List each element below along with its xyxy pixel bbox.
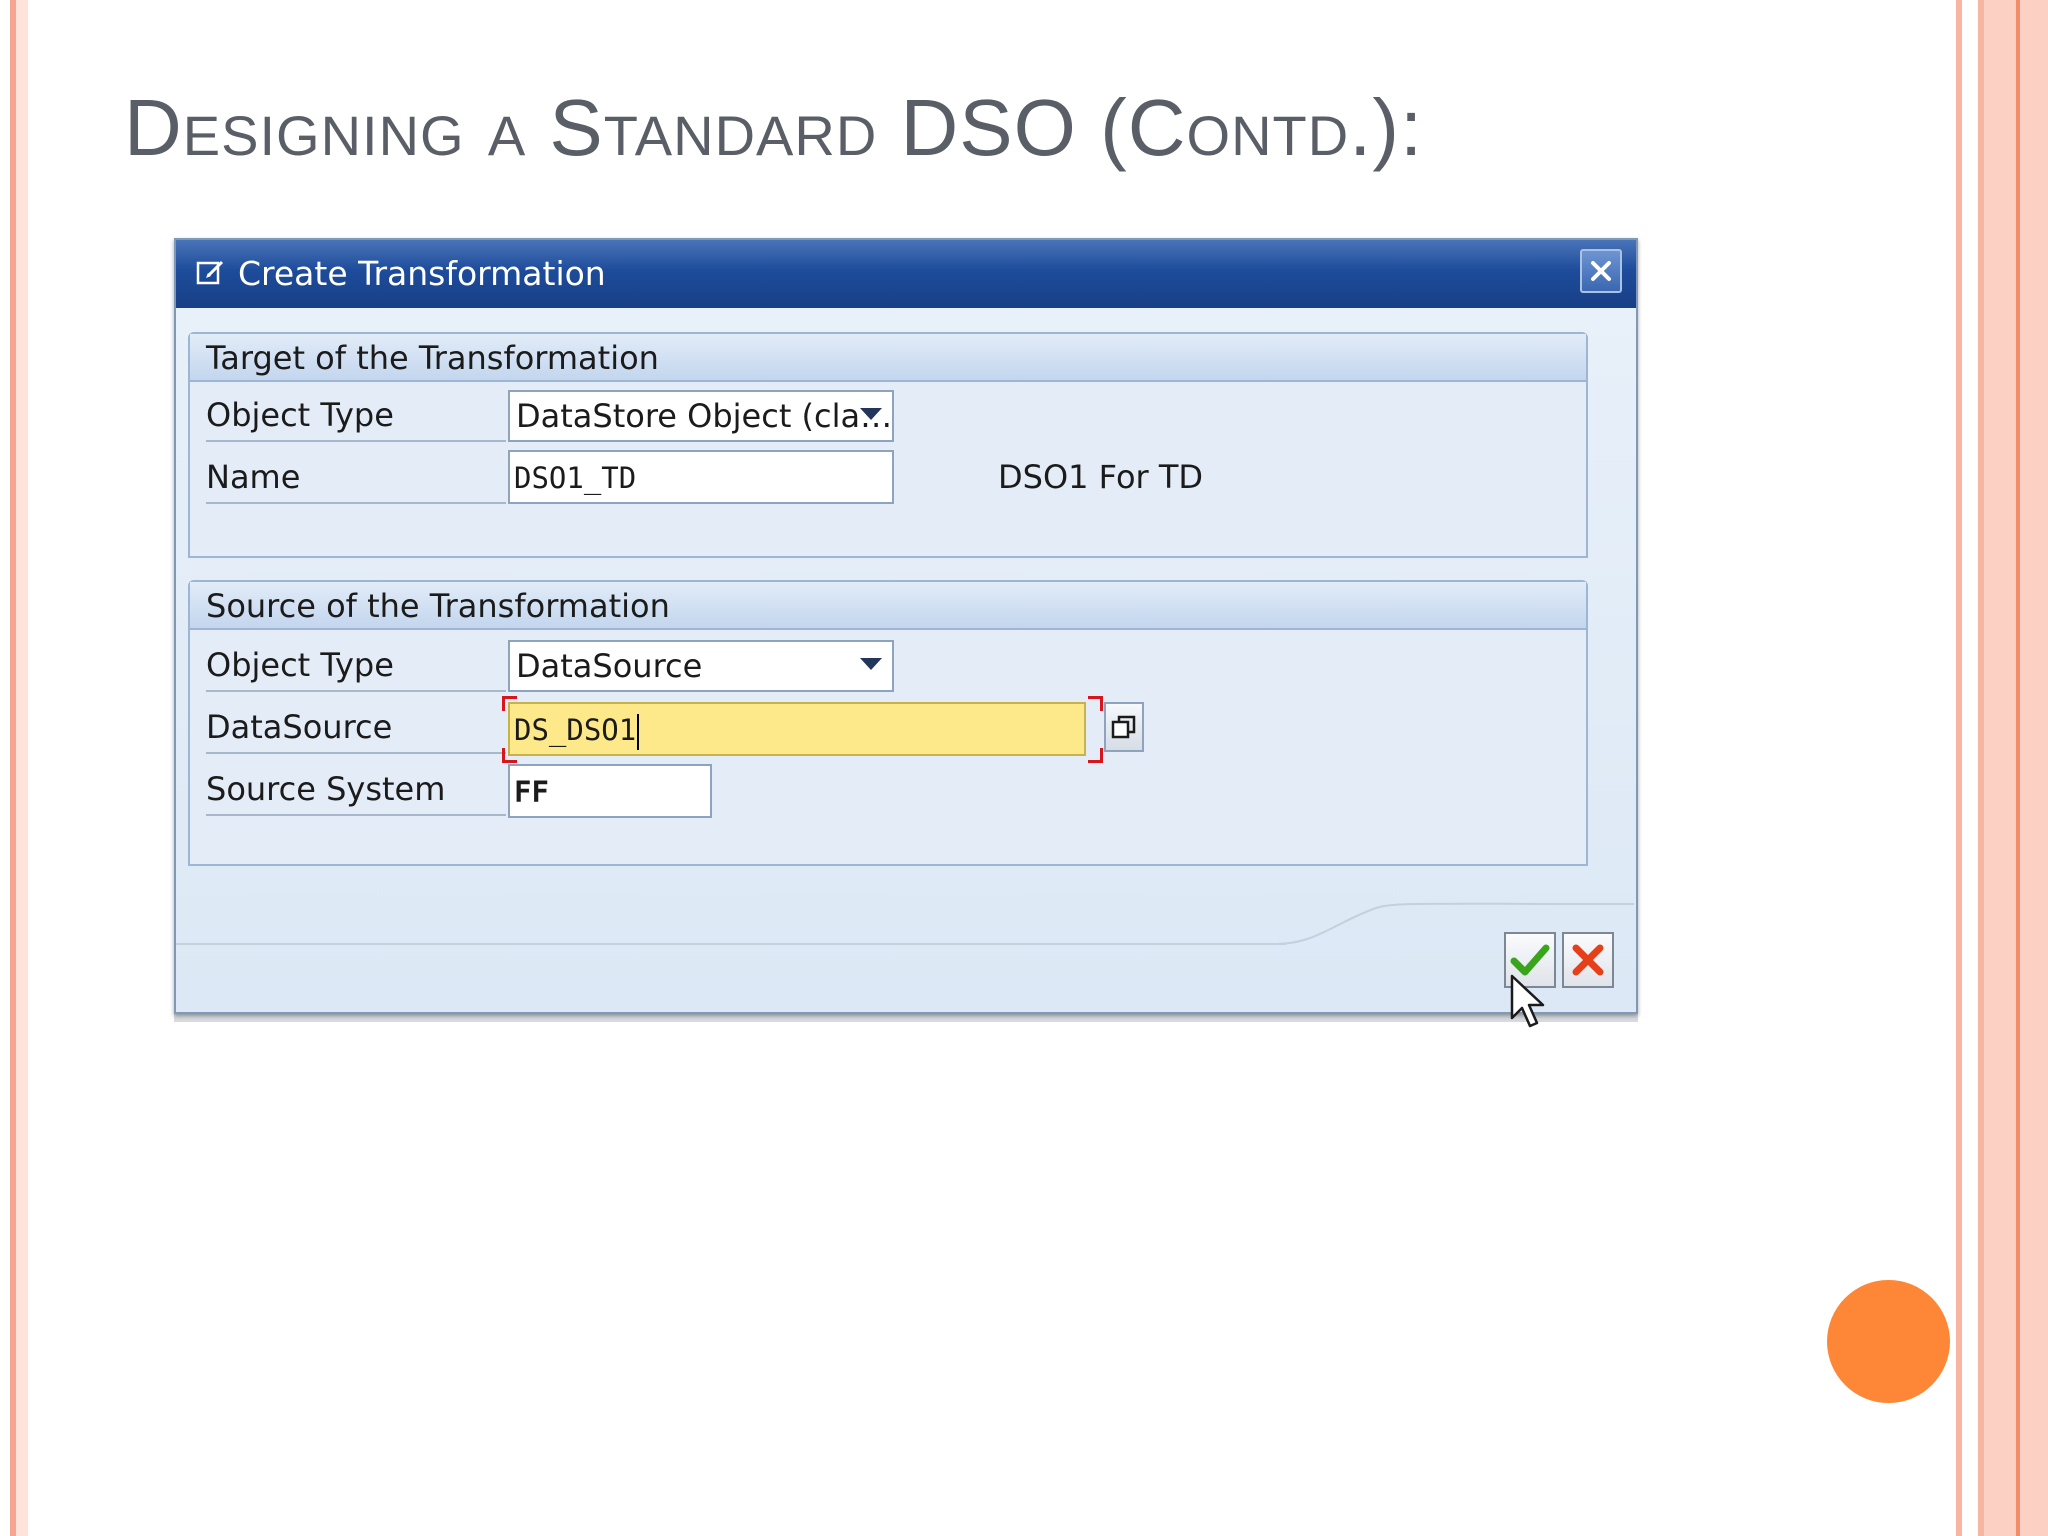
datasource-value: DS_DSO1 <box>514 708 640 752</box>
cancel-x-icon <box>1572 944 1604 976</box>
value-help-button[interactable] <box>1104 702 1144 752</box>
create-transformation-icon <box>196 260 224 285</box>
dialog-titlebar[interactable]: Create Transformation <box>176 240 1636 308</box>
mouse-cursor-icon <box>1510 974 1545 1028</box>
cancel-button[interactable] <box>1562 932 1614 988</box>
target-object-type-label: Object Type <box>206 390 506 442</box>
chevron-down-icon[interactable] <box>860 408 882 420</box>
close-button[interactable] <box>1580 249 1622 293</box>
target-group-header: Target of the Transformation <box>190 334 1586 382</box>
source-system-label: Source System <box>206 764 506 816</box>
required-field-marker <box>502 748 517 763</box>
target-object-type-value: DataStore Object (cla… <box>516 397 893 435</box>
target-group-title: Target of the Transformation <box>206 339 659 377</box>
chevron-down-icon[interactable] <box>860 658 882 670</box>
slide-title: Designing a Standard DSO (Contd.): <box>124 83 1424 172</box>
target-object-type-dropdown[interactable]: DataStore Object (cla… <box>508 390 894 442</box>
source-object-type-dropdown[interactable]: DataSource <box>508 640 894 692</box>
required-field-marker <box>502 696 517 711</box>
value-help-icon <box>1111 715 1136 739</box>
source-group-header: Source of the Transformation <box>190 582 1586 630</box>
datasource-input[interactable]: DS_DSO1 <box>508 702 1086 756</box>
target-name-description: DSO1 For TD <box>998 458 1204 496</box>
close-icon <box>1591 261 1611 281</box>
source-object-type-label: Object Type <box>206 640 506 692</box>
target-name-label: Name <box>206 452 506 504</box>
required-field-marker <box>1088 696 1103 711</box>
target-group: Target of the Transformation Object Type… <box>188 332 1588 558</box>
source-object-type-value: DataSource <box>516 647 703 685</box>
dialog-title: Create Transformation <box>238 254 606 293</box>
required-field-marker <box>1088 748 1103 763</box>
source-group-title: Source of the Transformation <box>206 587 670 625</box>
create-transformation-dialog: Create Transformation Target of the Tran… <box>174 238 1638 1028</box>
target-name-input[interactable]: DSO1_TD <box>508 450 894 504</box>
decorative-circle <box>1827 1280 1950 1403</box>
footer-divider <box>176 943 1286 945</box>
right-border-decoration <box>1956 0 2048 1536</box>
source-group: Source of the Transformation Object Type… <box>188 580 1588 866</box>
checkmark-icon <box>1510 944 1550 976</box>
left-border-decoration <box>0 0 28 1536</box>
source-system-value: FF <box>514 775 549 809</box>
target-name-value: DSO1_TD <box>514 461 637 495</box>
datasource-label: DataSource <box>206 702 506 754</box>
source-system-input[interactable]: FF <box>508 764 712 818</box>
